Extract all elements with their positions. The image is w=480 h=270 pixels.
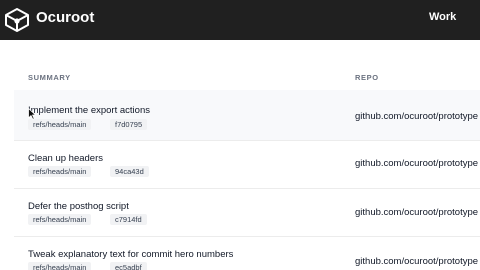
repo-link: github.com/ocuroot/prototype: [355, 256, 479, 267]
ocuroot-logo-icon[interactable]: [3, 6, 31, 34]
column-header-summary: SUMMARY: [28, 73, 71, 82]
repo-link: github.com/ocuroot/prototype: [355, 207, 479, 218]
commit-title: Tweak explanatory text for commit hero n…: [28, 249, 234, 260]
commit-row[interactable]: Clean up headers refs/heads/main 94ca43d…: [14, 140, 480, 188]
commit-title: Clean up headers: [28, 153, 103, 164]
ref-badge: refs/heads/main: [28, 119, 92, 130]
top-navigation-bar: Ocuroot Work: [0, 0, 480, 40]
commit-title: Implement the export actions: [28, 105, 150, 116]
ref-badge: refs/heads/main: [28, 262, 92, 270]
repo-link: github.com/ocuroot/prototype: [355, 158, 479, 169]
commit-hash-badge: ec5adbf: [110, 262, 147, 270]
column-header-repo: REPO: [355, 73, 379, 82]
commit-title: Defer the posthog script: [28, 201, 129, 212]
commit-row[interactable]: Defer the posthog script refs/heads/main…: [14, 188, 480, 236]
mouse-pointer-icon: [28, 108, 36, 120]
ref-badge: refs/heads/main: [28, 214, 92, 225]
commit-row[interactable]: Implement the export actions refs/heads/…: [14, 90, 480, 140]
nav-link-work[interactable]: Work: [429, 11, 456, 23]
brand-name[interactable]: Ocuroot: [36, 9, 94, 26]
ref-badge: refs/heads/main: [28, 166, 92, 177]
commit-hash-badge: c7914fd: [110, 214, 147, 225]
commit-row[interactable]: Tweak explanatory text for commit hero n…: [14, 236, 480, 270]
commit-hash-badge: f7d0795: [110, 119, 148, 130]
commit-hash-badge: 94ca43d: [110, 166, 149, 177]
repo-link: github.com/ocuroot/prototype: [355, 111, 479, 122]
